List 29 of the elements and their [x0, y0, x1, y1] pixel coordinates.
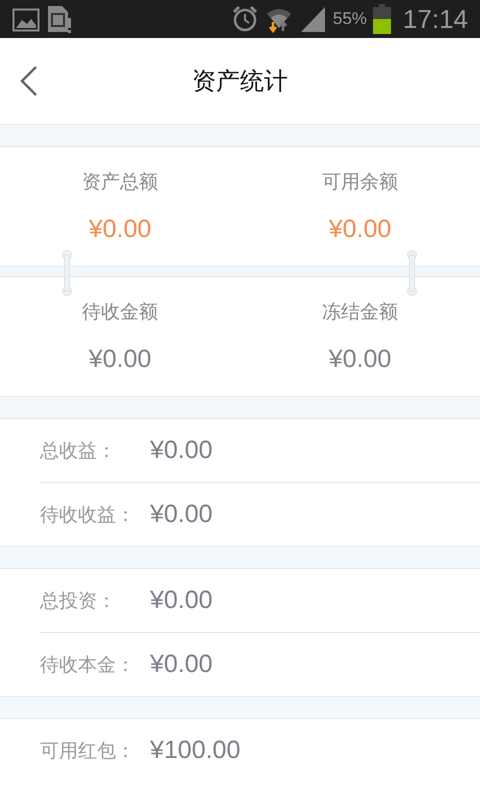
- alarm-clock-icon: [230, 5, 259, 33]
- row-amount: ¥100.00: [150, 736, 240, 765]
- row-amount: ¥0.00: [150, 500, 213, 529]
- summary-label: 待收金额: [82, 300, 158, 325]
- summary-amount: ¥0.00: [88, 215, 152, 244]
- row-amount: ¥0.00: [150, 586, 213, 615]
- image-icon: [12, 6, 40, 32]
- summary-label: 冻结金额: [322, 300, 398, 325]
- row-amount: ¥0.00: [150, 650, 213, 679]
- row-label: 待收本金：: [40, 652, 136, 678]
- connector-icon: [406, 250, 418, 296]
- clock-time: 17:14: [402, 4, 468, 34]
- summary-label: 可用余额: [322, 170, 398, 195]
- row-label: 总收益：: [40, 438, 117, 464]
- signal-icon: [298, 5, 327, 33]
- row-label: 总投资：: [40, 588, 117, 614]
- row-label: 可用红包：: [40, 738, 136, 764]
- summary-amount: ¥0.00: [328, 345, 392, 374]
- summary-amount: ¥0.00: [88, 345, 152, 374]
- chevron-left-icon: [18, 65, 38, 97]
- sim-card-icon: [46, 4, 72, 34]
- battery-icon: [372, 4, 391, 34]
- summary-amount: ¥0.00: [328, 215, 392, 244]
- row-label: 待收收益：: [40, 502, 136, 528]
- page-title: 资产统计: [192, 66, 288, 97]
- summary-label: 资产总额: [82, 170, 158, 195]
- row-amount: ¥0.00: [150, 436, 213, 465]
- connector-icon: [61, 250, 73, 296]
- battery-percent: 55%: [332, 9, 367, 29]
